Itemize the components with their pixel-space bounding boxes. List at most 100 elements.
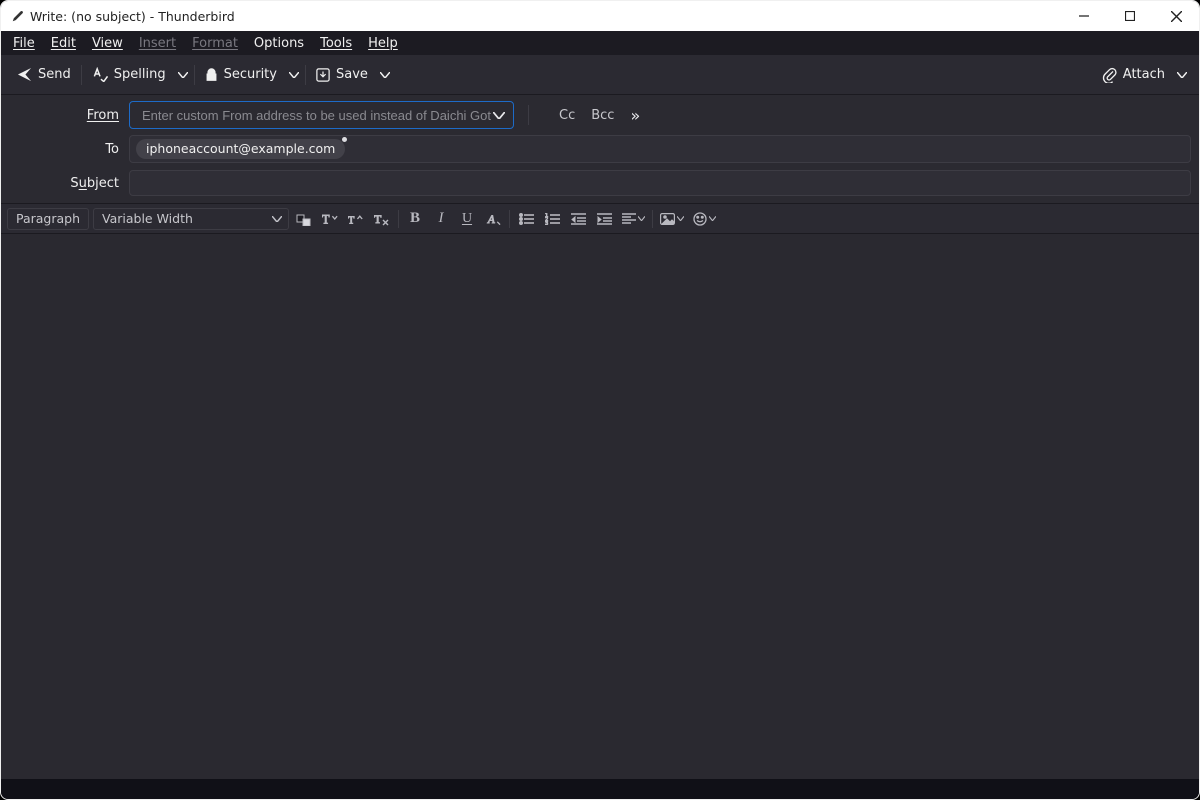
emoji-icon [693, 212, 707, 226]
send-button[interactable]: Send [9, 63, 79, 86]
indent-icon [597, 213, 612, 225]
svg-text:T: T [348, 215, 355, 225]
number-list-button[interactable]: 1 2 3 [541, 208, 563, 230]
format-divider [398, 210, 399, 228]
menubar: File Edit View Insert Format Options Too… [1, 31, 1199, 55]
expand-fields-button[interactable]: » [630, 106, 636, 125]
header-fields: From Cc Bcc » To iphoneaccount@example.c… [1, 95, 1199, 204]
bcc-button[interactable]: Bcc [591, 108, 614, 123]
subject-row: Subject [9, 169, 1191, 197]
svg-text:3: 3 [545, 221, 548, 225]
security-dropdown[interactable] [285, 68, 303, 82]
send-icon [17, 67, 32, 82]
italic-button[interactable]: I [430, 208, 452, 230]
window-title: Write: (no subject) - Thunderbird [30, 9, 235, 24]
save-icon [316, 68, 330, 82]
align-icon [622, 213, 636, 224]
subject-input[interactable] [129, 170, 1191, 196]
toolbar-divider [305, 65, 306, 85]
underline-icon: U [462, 211, 472, 227]
menu-edit[interactable]: Edit [43, 34, 84, 53]
from-input[interactable] [140, 107, 493, 124]
toolbar-divider [81, 65, 82, 85]
menu-options[interactable]: Options [246, 34, 312, 53]
minimize-button[interactable] [1061, 1, 1107, 31]
paragraph-style-select[interactable]: Paragraph [7, 208, 89, 230]
toolbar-divider [194, 65, 195, 85]
from-combobox[interactable] [129, 101, 514, 129]
lock-icon [205, 68, 218, 82]
message-body[interactable] [1, 234, 1199, 779]
text-style-icon: A [486, 212, 501, 226]
chevron-down-icon[interactable] [493, 112, 505, 119]
text-color-icon [296, 212, 312, 226]
recipient-text: iphoneaccount@example.com [146, 141, 335, 156]
format-divider [509, 210, 510, 228]
font-size-increase-button[interactable]: T [345, 208, 367, 230]
font-size-decrease-button[interactable]: T [319, 208, 341, 230]
menu-file[interactable]: File [5, 34, 43, 53]
italic-icon: I [439, 210, 444, 227]
compose-window: Write: (no subject) - Thunderbird File E… [0, 0, 1200, 800]
subject-label: Subject [9, 176, 129, 191]
status-bar [1, 779, 1199, 799]
text-color-button[interactable] [293, 208, 315, 230]
bold-icon: B [410, 210, 420, 227]
save-dropdown[interactable] [376, 68, 394, 82]
attach-dropdown[interactable] [1173, 68, 1191, 82]
recipient-pill[interactable]: iphoneaccount@example.com [136, 139, 345, 159]
remove-formatting-button[interactable]: T [371, 208, 393, 230]
font-family-label: Variable Width [102, 211, 193, 226]
underline-button[interactable]: U [456, 208, 478, 230]
outdent-icon [571, 213, 586, 225]
security-button[interactable]: Security [197, 63, 285, 86]
font-decrease-icon: T [322, 212, 339, 226]
format-toolbar: Paragraph Variable Width T T T B I U A [1, 204, 1199, 234]
send-label: Send [38, 67, 71, 82]
pen-icon [11, 9, 25, 23]
save-label: Save [336, 67, 368, 82]
bullet-list-button[interactable] [515, 208, 537, 230]
insert-emoji-button[interactable] [690, 208, 718, 230]
svg-text:T: T [322, 212, 330, 225]
spelling-dropdown[interactable] [174, 68, 192, 82]
text-style-button[interactable]: A [482, 208, 504, 230]
spelling-icon [92, 67, 108, 82]
main-toolbar: Send Spelling Security Save Attach [1, 55, 1199, 95]
bullet-list-icon [519, 213, 534, 225]
attach-button[interactable]: Attach [1094, 63, 1173, 87]
from-label: From [9, 108, 129, 123]
menu-view[interactable]: View [84, 34, 131, 53]
indent-button[interactable] [593, 208, 615, 230]
recipient-indicator [342, 137, 347, 142]
image-icon [660, 213, 675, 225]
maximize-button[interactable] [1107, 1, 1153, 31]
menu-help[interactable]: Help [360, 34, 406, 53]
menu-insert[interactable]: Insert [131, 34, 184, 53]
save-button[interactable]: Save [308, 63, 376, 86]
svg-text:A: A [486, 213, 494, 225]
outdent-button[interactable] [567, 208, 589, 230]
insert-image-button[interactable] [658, 208, 686, 230]
svg-text:T: T [374, 212, 382, 226]
attach-label: Attach [1123, 67, 1165, 82]
align-button[interactable] [619, 208, 647, 230]
close-button[interactable] [1153, 1, 1199, 31]
to-input[interactable]: iphoneaccount@example.com [129, 135, 1191, 163]
font-family-select[interactable]: Variable Width [93, 208, 289, 230]
cc-button[interactable]: Cc [559, 108, 575, 123]
paperclip-icon [1102, 67, 1117, 83]
menu-tools[interactable]: Tools [312, 34, 360, 53]
number-list-icon: 1 2 3 [545, 213, 560, 225]
to-label: To [9, 142, 129, 157]
to-row: To iphoneaccount@example.com [9, 135, 1191, 163]
from-row: From Cc Bcc » [9, 101, 1191, 129]
paragraph-style-label: Paragraph [16, 211, 80, 226]
menu-format[interactable]: Format [184, 34, 246, 53]
field-divider [528, 105, 529, 125]
title-bar[interactable]: Write: (no subject) - Thunderbird [1, 1, 1199, 31]
bold-button[interactable]: B [404, 208, 426, 230]
format-divider [652, 210, 653, 228]
security-label: Security [224, 67, 277, 82]
spelling-button[interactable]: Spelling [84, 63, 174, 86]
